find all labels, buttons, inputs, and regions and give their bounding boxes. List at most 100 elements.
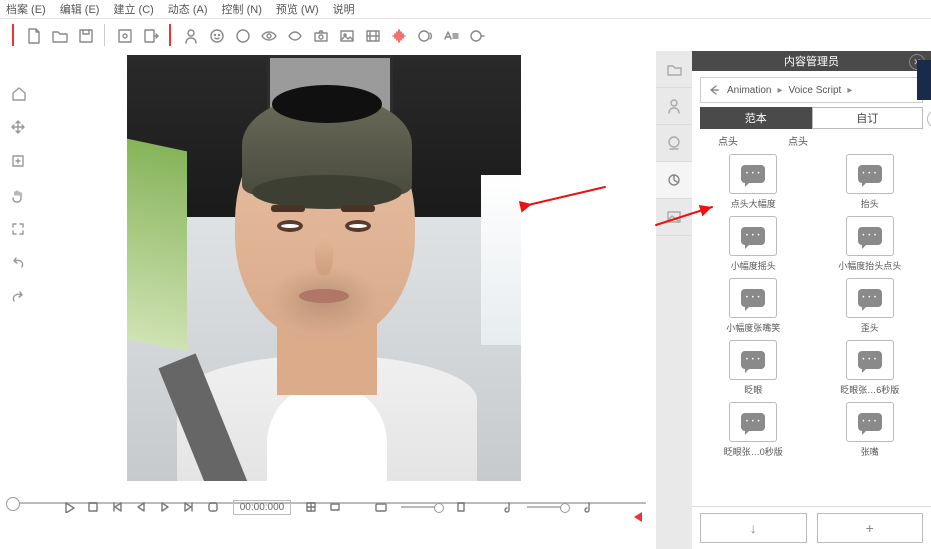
tile-thumb — [729, 278, 777, 318]
grid-icon — [305, 501, 317, 513]
photo-face — [127, 55, 521, 481]
play-button[interactable] — [61, 499, 77, 515]
motion-tile[interactable]: 小幅度摇头 — [700, 216, 807, 272]
render-button[interactable] — [111, 22, 137, 48]
camera-icon — [312, 27, 329, 44]
grid-button[interactable] — [303, 499, 319, 515]
speech-icon — [858, 289, 882, 307]
motion-tile[interactable]: 点头大幅度 — [700, 154, 807, 210]
menu-create[interactable]: 建立 (C) — [113, 1, 153, 17]
loop-button[interactable] — [205, 499, 221, 515]
canvas[interactable] — [127, 55, 521, 481]
category-label[interactable]: 点头 — [788, 133, 808, 148]
fullscreen-icon — [10, 221, 26, 237]
head-icon — [234, 27, 251, 44]
motion-tile[interactable]: 张嘴 — [817, 402, 924, 458]
redo-button[interactable] — [6, 285, 30, 309]
menu-help[interactable]: 说明 — [333, 1, 355, 17]
stop-icon — [87, 501, 99, 513]
motion-tile[interactable]: 小幅度张嘴笑 — [700, 278, 807, 334]
mouth-button[interactable] — [281, 22, 307, 48]
category-label[interactable]: 点头 — [718, 133, 738, 148]
panel-body: 内容管理员 ✕ Animation ▸ Voice Script ▸ 范本 自订… — [692, 51, 931, 549]
export-button[interactable] — [137, 22, 163, 48]
opacity-slider[interactable] — [401, 506, 441, 508]
toolbar-separator — [104, 24, 105, 46]
save-file-button[interactable] — [72, 22, 98, 48]
breadcrumb[interactable]: Animation ▸ Voice Script ▸ — [700, 77, 923, 103]
voice-button[interactable] — [411, 22, 437, 48]
stop-button[interactable] — [85, 499, 101, 515]
tile-thumb — [846, 402, 894, 442]
undo-button[interactable] — [6, 251, 30, 275]
speech-icon — [858, 351, 882, 369]
image-icon — [338, 27, 355, 44]
zoom-button[interactable] — [6, 149, 30, 173]
panel-more-button[interactable]: ⋯ — [927, 110, 931, 128]
add-button[interactable]: + — [817, 513, 924, 543]
file-icon — [25, 27, 42, 44]
next-frame-button[interactable] — [157, 499, 173, 515]
motion-tile[interactable]: 抬头 — [817, 154, 924, 210]
fullscreen-button[interactable] — [6, 217, 30, 241]
home-icon — [10, 85, 26, 101]
menu-control[interactable]: 控制 (N) — [222, 1, 262, 17]
image-button[interactable] — [333, 22, 359, 48]
move-button[interactable] — [6, 115, 30, 139]
menu-file[interactable]: 档案 (E) — [6, 1, 46, 17]
motion-tile[interactable]: 小幅度抬头点头 — [817, 216, 924, 272]
tile-label: 歪头 — [861, 321, 879, 334]
caption-button[interactable] — [373, 499, 389, 515]
timecode-display[interactable]: 00:00:000 — [233, 500, 292, 515]
actor-button[interactable] — [177, 22, 203, 48]
motion-tile[interactable]: 眨眼张…6秒版 — [817, 340, 924, 396]
go-start-button[interactable] — [109, 499, 125, 515]
breadcrumb-child[interactable]: Voice Script — [789, 85, 842, 96]
tile-label: 抬头 — [861, 197, 879, 210]
menu-edit[interactable]: 编辑 (E) — [60, 1, 100, 17]
panel-footer: ↓ + — [692, 506, 931, 549]
side-tab-image[interactable] — [656, 199, 692, 236]
prev-frame-button[interactable] — [133, 499, 149, 515]
audio-button[interactable] — [385, 22, 411, 48]
breadcrumb-root[interactable]: Animation — [727, 85, 771, 96]
camera-button[interactable] — [307, 22, 333, 48]
side-tab-animation[interactable] — [656, 162, 692, 199]
tile-thumb — [729, 154, 777, 194]
auto-icon — [442, 27, 459, 44]
open-file-button[interactable] — [46, 22, 72, 48]
image-icon — [665, 208, 683, 226]
tile-label: 小幅度摇头 — [731, 259, 776, 272]
import-button[interactable]: ↓ — [700, 513, 807, 543]
tab-custom[interactable]: 自订 — [812, 107, 924, 129]
person-icon — [665, 97, 683, 115]
home-button[interactable] — [6, 81, 30, 105]
motion-tile[interactable]: 眨眼张…0秒版 — [700, 402, 807, 458]
toolbar-separator — [12, 24, 14, 46]
zoom-icon — [10, 153, 26, 169]
head-button[interactable] — [229, 22, 255, 48]
go-end-button[interactable] — [181, 499, 197, 515]
auto-motion-button[interactable] — [437, 22, 463, 48]
side-tab-project[interactable] — [656, 51, 692, 88]
panel-side-tabs — [656, 51, 692, 549]
left-toolbar — [6, 81, 34, 309]
motion-tile[interactable]: 歪头 — [817, 278, 924, 334]
move-icon — [10, 119, 26, 135]
menu-animate[interactable]: 动态 (A) — [168, 1, 208, 17]
hand-button[interactable] — [6, 183, 30, 207]
volume-slider[interactable] — [527, 506, 567, 508]
side-tab-actor[interactable] — [656, 88, 692, 125]
side-tab-head[interactable] — [656, 125, 692, 162]
tab-template[interactable]: 范本 — [700, 107, 812, 129]
video-button[interactable] — [359, 22, 385, 48]
eye-button[interactable] — [255, 22, 281, 48]
layers-button[interactable] — [327, 499, 343, 515]
transport-bar: 00:00:000 — [0, 495, 656, 519]
menu-preview[interactable]: 预览 (W) — [276, 1, 319, 17]
back-icon[interactable] — [707, 83, 721, 97]
motion-tile[interactable]: 眨眼 — [700, 340, 807, 396]
new-file-button[interactable] — [20, 22, 46, 48]
puppet-button[interactable] — [463, 22, 489, 48]
face-button[interactable] — [203, 22, 229, 48]
